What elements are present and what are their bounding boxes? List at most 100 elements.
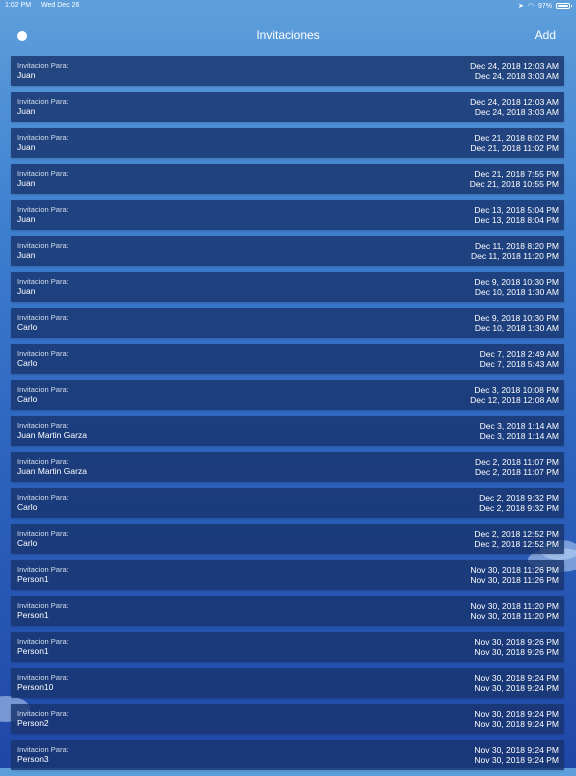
- start-datetime: Dec 9, 2018 10:30 PM: [474, 277, 559, 287]
- list-item[interactable]: Invitacion Para: Carlo Dec 9, 2018 10:30 P…: [11, 308, 564, 338]
- start-datetime: Nov 30, 2018 11:26 PM: [470, 565, 559, 575]
- start-datetime: Dec 13, 2018 5:04 PM: [474, 205, 559, 215]
- list-item[interactable]: Invitacion Para: Juan Martin Garza Dec 2, …: [11, 452, 564, 482]
- invitee-name: Carlo: [17, 322, 38, 332]
- end-datetime: Nov 30, 2018 9:26 PM: [474, 647, 559, 657]
- start-datetime: Dec 21, 2018 7:55 PM: [474, 169, 559, 179]
- invitee-name: Person10: [17, 682, 54, 692]
- end-datetime: Dec 13, 2018 8:04 PM: [474, 215, 559, 225]
- start-datetime: Dec 11, 2018 8:20 PM: [475, 241, 559, 251]
- list-item[interactable]: Invitacion Para: Carlo Dec 2, 2018 12:52 P…: [11, 524, 564, 554]
- invitee-name: Carlo: [17, 502, 38, 512]
- end-datetime: Dec 10, 2018 1:30 AM: [474, 323, 559, 333]
- invitation-label: Invitacion Para:: [17, 349, 69, 358]
- invitee-name: Carlo: [17, 538, 38, 548]
- location-arrow-icon: ➤: [518, 3, 524, 10]
- start-datetime: Nov 30, 2018 9:24 PM: [474, 745, 559, 755]
- end-datetime: Dec 2, 2018 11:07 PM: [475, 467, 559, 477]
- invitee-name: Person2: [17, 718, 49, 728]
- list-item[interactable]: Invitacion Para: Juan Martin Garza Dec 3, …: [11, 416, 564, 446]
- invitation-label: Invitacion Para:: [17, 277, 69, 286]
- start-datetime: Dec 2, 2018 12:52 PM: [474, 529, 559, 539]
- start-datetime: Dec 7, 2018 2:49 AM: [479, 349, 559, 359]
- start-datetime: Nov 30, 2018 9:26 PM: [474, 637, 559, 647]
- invitation-label: Invitacion Para:: [17, 673, 69, 682]
- end-datetime: Dec 12, 2018 12:08 AM: [470, 395, 559, 405]
- list-item[interactable]: Invitacion Para: Juan Dec 9, 2018 10:30 PM…: [11, 272, 564, 302]
- invitee-name: Person3: [17, 754, 49, 764]
- invitee-name: Juan Martin Garza: [17, 430, 87, 440]
- invitation-label: Invitacion Para:: [17, 169, 69, 178]
- invitation-label: Invitacion Para:: [17, 565, 69, 574]
- list-item[interactable]: Invitacion Para: Juan Dec 11, 2018 8:20 PM…: [11, 236, 564, 266]
- invitee-name: Person1: [17, 610, 49, 620]
- invitation-label: Invitacion Para:: [17, 61, 69, 70]
- invitee-name: Juan: [17, 250, 36, 260]
- list-item[interactable]: Invitacion Para: Carlo Dec 7, 2018 2:49 AM…: [11, 344, 564, 374]
- start-datetime: Dec 3, 2018 1:14 AM: [479, 421, 559, 431]
- invitation-list: Invitacion Para: Juan Dec 24, 2018 12:03 A…: [11, 56, 564, 776]
- start-datetime: Dec 2, 2018 9:32 PM: [479, 493, 559, 503]
- end-datetime: Nov 30, 2018 9:24 PM: [474, 683, 559, 693]
- start-datetime: Nov 30, 2018 9:24 PM: [474, 709, 559, 719]
- end-datetime: Dec 2, 2018 9:32 PM: [479, 503, 559, 513]
- invitee-name: Juan: [17, 70, 36, 80]
- invitee-name: Person1: [17, 574, 49, 584]
- list-item[interactable]: Invitacion Para: Person10 Nov 30, 2018 9:2…: [11, 668, 564, 698]
- invitee-name: Juan: [17, 106, 36, 116]
- end-datetime: Nov 30, 2018 11:26 PM: [470, 575, 559, 585]
- invitee-name: Carlo: [17, 394, 38, 404]
- list-item[interactable]: Invitacion Para: Carlo Dec 2, 2018 9:32 PM…: [11, 488, 564, 518]
- invitation-label: Invitacion Para:: [17, 709, 69, 718]
- invitation-label: Invitacion Para:: [17, 205, 69, 214]
- invitation-label: Invitacion Para:: [17, 637, 69, 646]
- invitation-label: Invitacion Para:: [17, 745, 69, 754]
- list-item[interactable]: Invitacion Para: Juan Dec 21, 2018 7:55 PM…: [11, 164, 564, 194]
- invitee-name: Juan: [17, 286, 36, 296]
- navigation-bar: Invitaciones Add: [0, 22, 576, 50]
- list-item[interactable]: Invitacion Para: Juan Dec 21, 2018 8:02 PM…: [11, 128, 564, 158]
- start-datetime: Dec 24, 2018 12:03 AM: [470, 61, 559, 71]
- wifi-icon: ◠: [527, 3, 534, 10]
- end-datetime: Dec 10, 2018 1:30 AM: [474, 287, 559, 297]
- invitation-label: Invitacion Para:: [17, 385, 69, 394]
- invitation-label: Invitacion Para:: [17, 457, 69, 466]
- end-datetime: Dec 24, 2018 3:03 AM: [474, 71, 559, 81]
- invitation-label: Invitacion Para:: [17, 493, 69, 502]
- status-time: 1:02 PM: [5, 2, 32, 9]
- invitation-label: Invitacion Para:: [17, 313, 69, 322]
- status-bar-right: ➤ ◠ 97%: [518, 2, 572, 10]
- list-item[interactable]: Invitacion Para: Person1 Nov 30, 2018 9:26…: [11, 632, 564, 662]
- invitation-label: Invitacion Para:: [17, 421, 69, 430]
- end-datetime: Dec 2, 2018 12:52 PM: [474, 539, 559, 549]
- invitee-name: Juan: [17, 142, 36, 152]
- end-datetime: Nov 30, 2018 9:24 PM: [474, 719, 559, 729]
- start-datetime: Dec 21, 2018 8:02 PM: [474, 133, 559, 143]
- end-datetime: Nov 30, 2018 11:20 PM: [470, 611, 559, 621]
- list-item[interactable]: Invitacion Para: Person2 Nov 30, 2018 9:24…: [11, 704, 564, 734]
- status-date: Wed Dec 26: [41, 2, 80, 9]
- invitee-name: Juan: [17, 214, 36, 224]
- list-item[interactable]: Invitacion Para: Juan Dec 24, 2018 12:03 A…: [11, 56, 564, 86]
- page-title: Invitaciones: [256, 28, 320, 42]
- list-item[interactable]: Invitacion Para: Person1 Nov 30, 2018 11:2…: [11, 596, 564, 626]
- battery-percent: 97%: [537, 2, 552, 10]
- list-item[interactable]: Invitacion Para: Person1 Nov 30, 2018 11:2…: [11, 560, 564, 590]
- end-datetime: Dec 21, 2018 10:55 PM: [469, 179, 559, 189]
- list-item[interactable]: Invitacion Para: Carlo Dec 3, 2018 10:08 P…: [11, 380, 564, 410]
- add-button[interactable]: Add: [535, 28, 556, 42]
- end-datetime: Dec 11, 2018 11:20 PM: [470, 251, 559, 261]
- start-datetime: Dec 3, 2018 10:08 PM: [474, 385, 559, 395]
- invitation-label: Invitacion Para:: [17, 241, 69, 250]
- invitation-label: Invitacion Para:: [17, 529, 69, 538]
- invitation-label: Invitacion Para:: [17, 97, 69, 106]
- list-item[interactable]: Invitacion Para: Juan Dec 13, 2018 5:04 PM…: [11, 200, 564, 230]
- list-item[interactable]: Invitacion Para: Juan Dec 24, 2018 12:03 A…: [11, 92, 564, 122]
- list-item[interactable]: Invitacion Para: Person3 Nov 30, 2018 9:24…: [11, 740, 564, 770]
- end-datetime: Nov 30, 2018 9:24 PM: [474, 755, 559, 765]
- start-datetime: Dec 9, 2018 10:30 PM: [474, 313, 559, 323]
- status-bar-left: 1:02 PM Wed Dec 26: [5, 2, 87, 9]
- invitation-label: Invitacion Para:: [17, 601, 69, 610]
- end-datetime: Dec 3, 2018 1:14 AM: [479, 431, 559, 441]
- end-datetime: Dec 7, 2018 5:43 AM: [479, 359, 559, 369]
